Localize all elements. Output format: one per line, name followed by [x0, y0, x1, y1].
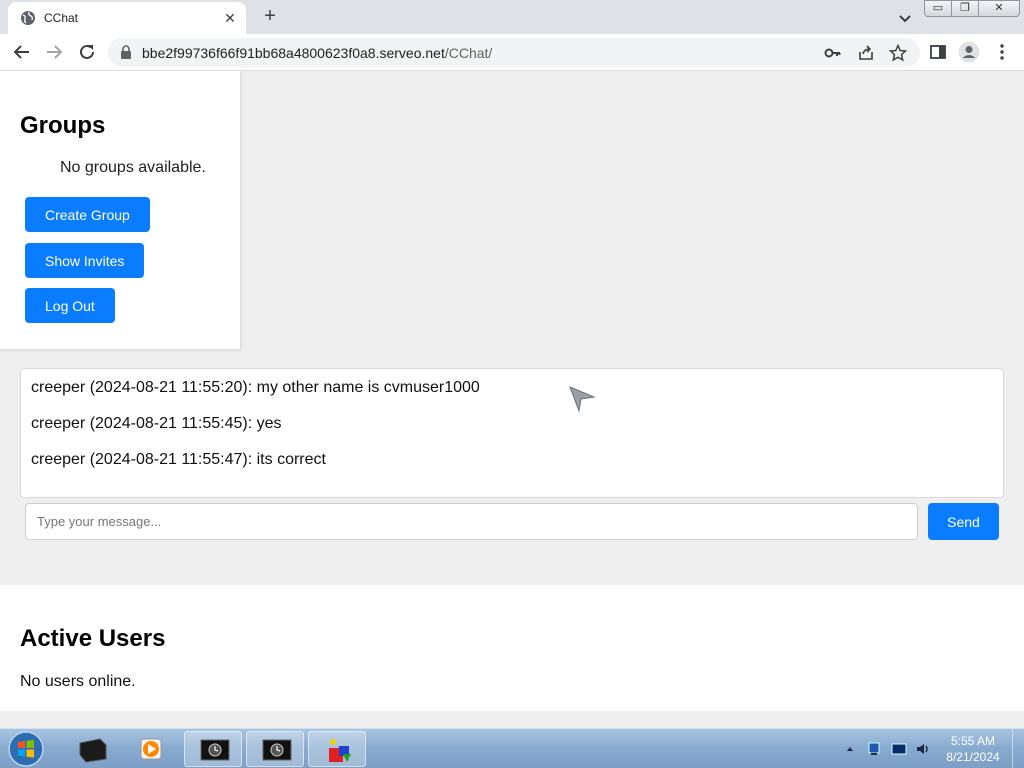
windows-start-icon[interactable] — [6, 730, 46, 768]
kebab-menu-icon[interactable] — [992, 42, 1012, 62]
volume-tray-icon[interactable] — [915, 741, 931, 757]
chat-message: creeper (2024-08-21 11:55:47): its corre… — [31, 451, 326, 468]
message-input[interactable] — [25, 503, 918, 540]
minimize-button[interactable]: ▭ — [924, 0, 952, 17]
profile-icon[interactable] — [958, 41, 980, 63]
forward-arrow-icon[interactable] — [42, 40, 66, 64]
window-close-button[interactable]: ✕ — [978, 0, 1020, 17]
taskbar-app-window-2[interactable] — [246, 731, 304, 767]
create-group-button[interactable]: Create Group — [25, 197, 150, 232]
system-clock[interactable]: 5:55 AM 8/21/2024 — [938, 733, 1008, 765]
chevron-down-icon[interactable] — [894, 7, 916, 29]
show-invites-button[interactable]: Show Invites — [25, 243, 145, 278]
app-window-icon — [200, 739, 230, 761]
lock-icon[interactable] — [120, 45, 132, 59]
taskbar-app-media-player[interactable] — [122, 731, 180, 767]
os-taskbar: 5:55 AM 8/21/2024 — [0, 728, 1024, 768]
address-bar[interactable]: bbe2f99736f66f91bb68a4800623f0a8.serveo.… — [108, 38, 920, 67]
groups-empty-message: No groups available. — [60, 159, 206, 176]
side-panel-icon[interactable] — [928, 42, 948, 62]
send-button[interactable]: Send — [928, 503, 999, 540]
chat-message: creeper (2024-08-21 11:55:20): my other … — [31, 379, 480, 396]
close-icon[interactable]: ✕ — [220, 8, 240, 28]
clock-time: 5:55 AM — [950, 734, 996, 748]
taskbar-app-window-1[interactable] — [184, 731, 242, 767]
globe-icon — [21, 11, 35, 25]
restore-button[interactable]: ❐ — [951, 0, 979, 17]
chat-message: creeper (2024-08-21 11:55:45): yes — [31, 415, 282, 432]
terminal-icon — [79, 738, 107, 763]
network-tray-icon[interactable] — [866, 741, 882, 757]
cursor-icon — [569, 386, 596, 413]
tab-title: CChat — [44, 11, 79, 25]
share-icon[interactable] — [857, 44, 875, 62]
media-player-icon — [140, 738, 162, 760]
browser-tab-strip: CChat ✕ + ▭ ❐ ✕ — [0, 0, 1024, 34]
app-window-icon — [262, 739, 292, 761]
reload-icon[interactable] — [75, 40, 99, 64]
show-desktop-button[interactable] — [1012, 729, 1024, 768]
key-icon[interactable] — [824, 44, 842, 62]
page-content: Groups No groups available. Create Group… — [0, 71, 1024, 728]
log-out-button[interactable]: Log Out — [25, 288, 115, 323]
display-tray-icon[interactable] — [891, 741, 907, 757]
groups-panel: Groups No groups available. Create Group… — [0, 71, 240, 349]
tray-expand-icon[interactable] — [845, 741, 855, 757]
taskbar-app-window-3[interactable] — [308, 731, 366, 767]
chat-messages-box[interactable]: creeper (2024-08-21 11:55:20): my other … — [20, 368, 1004, 498]
star-icon[interactable] — [889, 44, 907, 62]
browser-toolbar: bbe2f99736f66f91bb68a4800623f0a8.serveo.… — [0, 34, 1024, 71]
active-users-panel: Active Users No users online. — [0, 585, 1024, 711]
window-controls: ▭ ❐ ✕ — [924, 0, 1020, 17]
users-empty-message: No users online. — [20, 673, 136, 690]
clock-date: 8/21/2024 — [946, 750, 1000, 764]
url-text: bbe2f99736f66f91bb68a4800623f0a8.serveo.… — [142, 45, 493, 61]
active-users-heading: Active Users — [20, 625, 166, 652]
browser-tab-cchat[interactable]: CChat ✕ — [8, 2, 246, 34]
groups-heading: Groups — [20, 112, 106, 139]
app-shapes-icon — [329, 739, 351, 762]
taskbar-app-terminal[interactable] — [62, 731, 120, 767]
back-arrow-icon[interactable] — [10, 40, 34, 64]
plus-icon[interactable]: + — [258, 5, 282, 29]
